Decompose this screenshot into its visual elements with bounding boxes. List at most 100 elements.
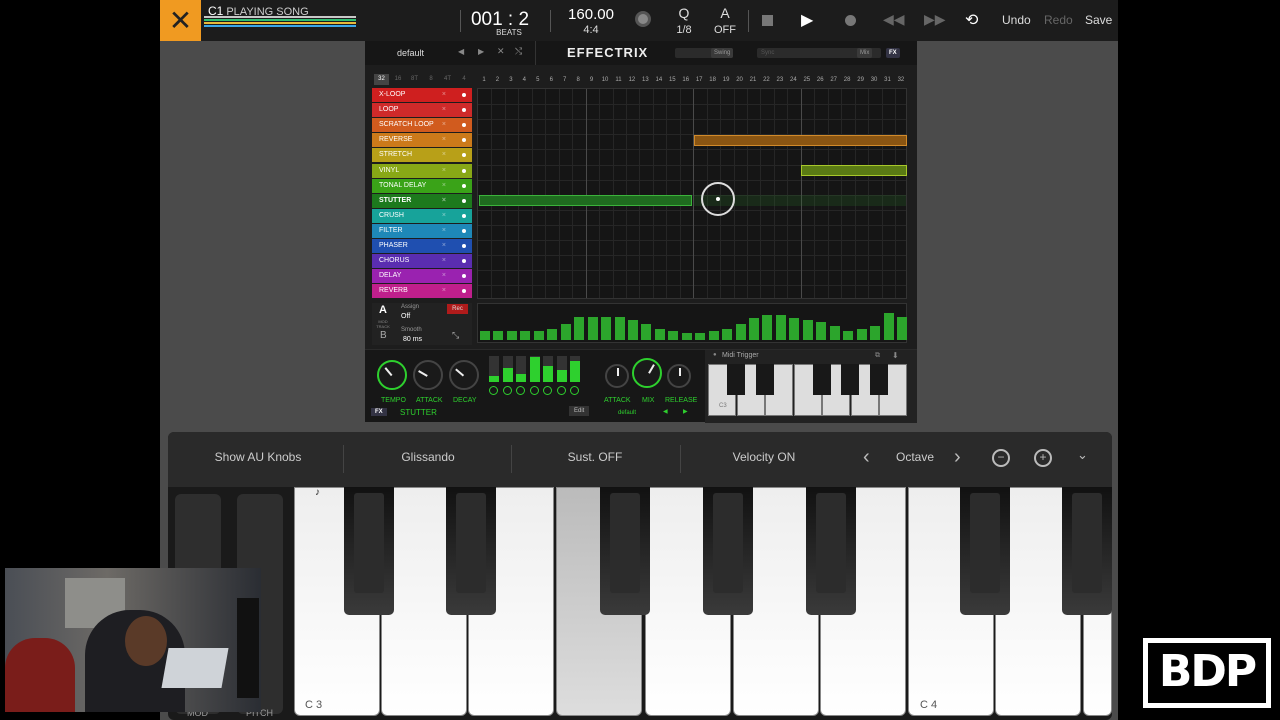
mod-bar[interactable] <box>802 320 813 340</box>
effect-dot-icon[interactable] <box>462 93 466 97</box>
mod-bar[interactable] <box>843 331 854 340</box>
mini-black-key[interactable] <box>727 364 745 395</box>
black-key[interactable] <box>600 487 650 615</box>
pattern-toggle[interactable] <box>516 386 525 395</box>
remove-effect-icon[interactable]: × <box>442 269 446 283</box>
prev-preset-icon[interactable]: ◀ <box>458 47 464 56</box>
black-key[interactable] <box>1062 487 1112 615</box>
mod-bar[interactable] <box>735 323 746 340</box>
effect-dot-icon[interactable] <box>462 213 466 218</box>
step-size-option[interactable]: 4T <box>440 74 455 85</box>
pattern-next-icon[interactable]: ▶ <box>683 408 688 415</box>
stutter-pattern[interactable] <box>489 356 599 404</box>
smooth-value[interactable]: 80 ms <box>403 336 422 343</box>
fx-badge[interactable]: FX <box>371 408 387 416</box>
mod-bar[interactable] <box>749 318 759 340</box>
effect-dot-icon[interactable] <box>462 123 466 128</box>
mod-bar[interactable] <box>601 316 612 340</box>
vinyl-block[interactable] <box>801 165 907 176</box>
effect-row[interactable]: TONAL DELAY × <box>372 178 472 193</box>
mod-bar[interactable] <box>493 331 504 340</box>
mod-bar[interactable] <box>587 316 598 340</box>
effect-row[interactable]: SCRATCH LOOP × <box>372 118 472 133</box>
stutter-block[interactable] <box>479 195 692 206</box>
mini-black-key[interactable] <box>812 364 831 395</box>
effect-dot-icon[interactable] <box>462 259 466 264</box>
decay-knob[interactable] <box>449 360 479 390</box>
remove-effect-icon[interactable]: × <box>442 239 446 253</box>
fast-forward-icon[interactable]: ▶▶ <box>924 11 946 28</box>
pattern-preset[interactable]: default <box>618 410 636 416</box>
effect-dot-icon[interactable] <box>462 138 466 143</box>
assign-value[interactable]: Off <box>401 313 410 320</box>
stop-icon[interactable] <box>762 15 773 26</box>
effect-row[interactable]: X-LOOP × <box>372 88 472 102</box>
pattern-step[interactable] <box>570 356 580 382</box>
black-key[interactable] <box>960 487 1010 615</box>
edit-button[interactable]: Edit <box>569 406 590 416</box>
sequencer-grid[interactable] <box>477 88 907 299</box>
remove-effect-icon[interactable]: × <box>442 118 446 132</box>
mod-bar[interactable] <box>614 316 625 340</box>
time-signature[interactable]: 4:4 <box>560 24 622 36</box>
pattern-toggle[interactable] <box>529 386 539 395</box>
pattern-step[interactable] <box>529 356 540 382</box>
mod-bar[interactable] <box>762 314 773 340</box>
black-key[interactable] <box>806 487 856 615</box>
pattern-step[interactable] <box>516 356 526 382</box>
mod-bar[interactable] <box>829 325 840 340</box>
mod-bar[interactable] <box>722 329 733 340</box>
mod-bar[interactable] <box>520 331 531 340</box>
loop-icon[interactable]: ⟲ <box>965 10 978 30</box>
expand-icon[interactable]: ⤡ <box>452 330 459 341</box>
remove-effect-icon[interactable]: × <box>442 254 446 268</box>
remove-effect-icon[interactable]: × <box>442 103 446 117</box>
effect-row[interactable]: CHORUS × <box>372 254 472 269</box>
remove-effect-icon[interactable]: × <box>442 194 446 208</box>
mini-black-key[interactable] <box>841 364 859 395</box>
mod-track-a[interactable]: A <box>379 304 387 316</box>
save-icon[interactable]: ⬇ <box>892 351 899 360</box>
attack2-knob[interactable] <box>605 364 629 388</box>
copy-icon[interactable]: ⧉ <box>875 352 880 360</box>
mod-bar[interactable] <box>641 323 652 340</box>
effect-row[interactable]: VINYL × <box>372 163 472 178</box>
octave-down-icon[interactable]: ‹ <box>863 446 870 469</box>
mod-bar[interactable] <box>870 325 881 340</box>
effect-row[interactable]: STRETCH × <box>372 148 472 163</box>
velocity-button[interactable]: Velocity ON <box>704 450 824 464</box>
collapse-chevron-icon[interactable]: ⌄ <box>1077 447 1088 463</box>
redo-button[interactable]: Redo <box>1044 13 1073 27</box>
effect-row[interactable]: LOOP × <box>372 103 472 118</box>
remove-effect-icon[interactable]: × <box>442 133 446 147</box>
mod-bar[interactable] <box>627 320 638 340</box>
next-preset-icon[interactable]: ▶ <box>478 47 484 56</box>
effect-dot-icon[interactable] <box>462 183 466 188</box>
remove-effect-icon[interactable]: × <box>442 164 446 178</box>
remove-effect-icon[interactable]: × <box>442 209 446 223</box>
mod-bar[interactable] <box>695 332 706 340</box>
metronome-icon[interactable] <box>635 11 651 27</box>
rec-button[interactable]: Rec <box>447 304 468 314</box>
tempo-display[interactable]: 160.00 <box>560 6 622 23</box>
black-key[interactable] <box>344 487 394 615</box>
effect-dot-icon[interactable] <box>462 108 466 113</box>
sustain-button[interactable]: Sust. OFF <box>535 450 655 464</box>
pattern-step[interactable] <box>489 356 499 382</box>
mod-bar[interactable] <box>560 323 571 340</box>
pattern-step[interactable] <box>543 356 553 382</box>
black-key[interactable] <box>703 487 753 615</box>
mix-knob[interactable] <box>632 358 662 388</box>
pattern-toggle[interactable] <box>543 386 552 395</box>
mod-bar[interactable] <box>506 331 517 340</box>
effect-dot-icon[interactable] <box>462 244 466 248</box>
reverse-block[interactable] <box>694 135 907 146</box>
mod-bar[interactable] <box>789 318 800 340</box>
mod-bar[interactable] <box>775 314 786 340</box>
quantize-label[interactable]: Q <box>674 5 694 21</box>
remove-effect-icon[interactable]: × <box>442 224 446 238</box>
effect-row[interactable]: FILTER × <box>372 223 472 238</box>
mod-bar[interactable] <box>654 329 665 340</box>
mod-bar[interactable] <box>896 316 907 340</box>
record-icon[interactable] <box>845 15 856 26</box>
